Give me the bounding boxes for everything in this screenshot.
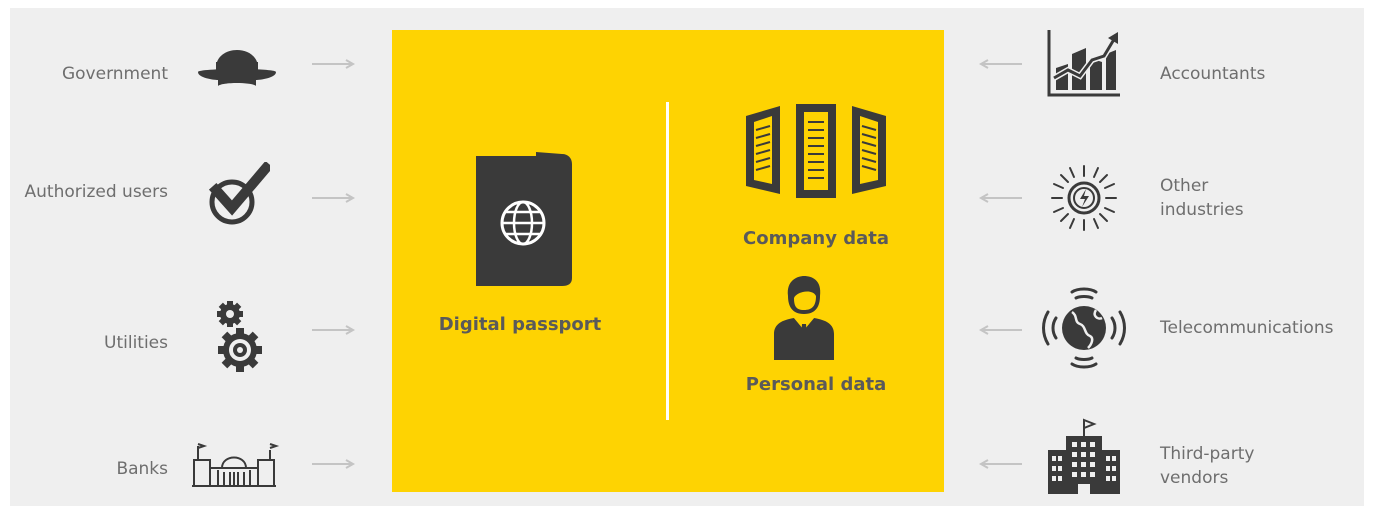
- energy-sun-icon: [1051, 165, 1117, 231]
- label-authorized-users: Authorized users: [24, 182, 168, 202]
- arrow-accountants: [978, 59, 1022, 69]
- company-data-label: Company data: [743, 228, 889, 249]
- label-third-party-vendors: Third-party vendors: [1160, 444, 1255, 488]
- personal-data-label: Personal data: [745, 374, 887, 395]
- label-telecommunications: Telecommunications: [1160, 318, 1334, 338]
- arrow-third-party-vendors: [978, 459, 1022, 469]
- center-divider: [666, 102, 669, 420]
- arrow-government: [312, 59, 356, 69]
- bowler-hat-icon: [198, 50, 276, 86]
- label-utilities: Utilities: [104, 333, 168, 353]
- passport-icon: [476, 152, 572, 286]
- office-building-icon: [1048, 418, 1120, 494]
- businessman-icon: [774, 276, 834, 360]
- arrow-other-industries: [978, 193, 1022, 203]
- checkmark-icon: [208, 162, 270, 225]
- label-accountants: Accountants: [1160, 64, 1266, 84]
- arrow-utilities: [312, 325, 356, 335]
- servers-icon: [746, 104, 886, 198]
- arrow-telecommunications: [978, 325, 1022, 335]
- arrow-authorized-users: [312, 193, 356, 203]
- arrow-banks: [312, 459, 356, 469]
- gears-icon: [217, 301, 262, 372]
- label-government: Government: [61, 64, 168, 84]
- globe-signal-icon: [1042, 287, 1126, 369]
- bank-building-icon: [192, 443, 280, 487]
- label-banks: Banks: [116, 459, 168, 479]
- digital-passport-label: Digital passport: [438, 314, 602, 335]
- label-other-industries: Other industries: [1160, 176, 1244, 220]
- chart-icon: [1047, 30, 1120, 97]
